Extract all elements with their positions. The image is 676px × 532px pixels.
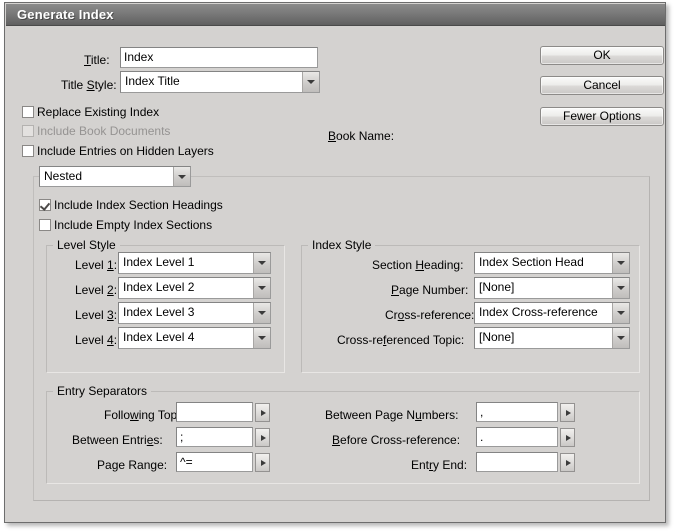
- dialog-title: Generate Index: [17, 7, 114, 22]
- level-4-value: Index Level 4: [123, 330, 194, 344]
- index-style-group-title: Index Style: [308, 239, 375, 252]
- between-entries-input[interactable]: ;: [176, 427, 253, 447]
- generate-index-dialog: Generate Index Title: Index Title Style:…: [4, 2, 666, 523]
- entry-end-menu-button[interactable]: [560, 453, 575, 472]
- checkbox-replace-existing-index[interactable]: [22, 106, 34, 118]
- before-cross-reference-menu-button[interactable]: [560, 428, 575, 447]
- chevron-down-icon[interactable]: [173, 167, 190, 186]
- level-3-value: Index Level 3: [123, 305, 194, 319]
- cross-reference-label: Cross-reference:: [385, 308, 474, 322]
- checkbox-include-entries-hidden-layers-label: Include Entries on Hidden Layers: [37, 144, 214, 158]
- level-3-dropdown[interactable]: Index Level 3: [118, 302, 271, 324]
- index-format-value: Nested: [44, 169, 82, 183]
- checkbox-include-empty-index-sections[interactable]: [39, 219, 51, 231]
- title-field-label: Title:: [84, 53, 110, 67]
- entry-end-label: Entry End:: [411, 458, 467, 472]
- chevron-down-icon[interactable]: [612, 278, 629, 298]
- checkbox-include-entries-hidden-layers[interactable]: [22, 145, 34, 157]
- fewer-options-button[interactable]: Fewer Options: [540, 107, 664, 126]
- cross-reference-dropdown[interactable]: Index Cross-reference: [474, 302, 630, 324]
- checkbox-include-book-documents-label: Include Book Documents: [37, 124, 170, 138]
- following-topic-menu-button[interactable]: [255, 403, 270, 422]
- page-range-menu-button[interactable]: [255, 453, 270, 472]
- between-page-numbers-menu-button[interactable]: [560, 403, 575, 422]
- index-format-dropdown[interactable]: Nested: [39, 166, 191, 187]
- level-1-dropdown[interactable]: Index Level 1: [118, 252, 271, 274]
- entry-end-input[interactable]: [476, 452, 558, 472]
- page-range-label: Page Range:: [97, 458, 167, 472]
- ok-button[interactable]: OK: [540, 46, 664, 65]
- chevron-down-icon[interactable]: [253, 328, 270, 348]
- dialog-titlebar: Generate Index: [6, 4, 666, 26]
- page-number-dropdown[interactable]: [None]: [474, 277, 630, 299]
- section-heading-label: Section Heading:: [372, 258, 463, 272]
- before-cross-reference-input[interactable]: .: [476, 427, 558, 447]
- checkbox-include-empty-index-sections-label: Include Empty Index Sections: [54, 218, 212, 232]
- book-name-label: Book Name:: [328, 129, 394, 143]
- between-page-numbers-label: Between Page Numbers:: [325, 408, 458, 422]
- title-style-label: Title Style:: [61, 78, 117, 92]
- level-2-value: Index Level 2: [123, 280, 194, 294]
- level-4-label: Level 4:: [75, 333, 117, 347]
- title-input[interactable]: Index: [120, 47, 318, 68]
- chevron-down-icon[interactable]: [253, 253, 270, 273]
- level-3-label: Level 3:: [75, 308, 117, 322]
- page-range-input[interactable]: ^=: [176, 452, 253, 472]
- title-style-value: Index Title: [125, 74, 180, 88]
- following-topic-input[interactable]: [176, 402, 253, 422]
- cross-referenced-topic-value: [None]: [479, 330, 514, 344]
- checkbox-include-index-section-headings[interactable]: [39, 199, 51, 211]
- level-4-dropdown[interactable]: Index Level 4: [118, 327, 271, 349]
- between-page-numbers-input[interactable]: ,: [476, 402, 558, 422]
- page-number-label: Page Number:: [391, 283, 468, 297]
- chevron-down-icon[interactable]: [612, 328, 629, 348]
- between-entries-label: Between Entries:: [72, 433, 163, 447]
- chevron-down-icon[interactable]: [612, 303, 629, 323]
- cross-referenced-topic-dropdown[interactable]: [None]: [474, 327, 630, 349]
- chevron-down-icon[interactable]: [302, 72, 319, 92]
- checkbox-include-book-documents: [22, 125, 34, 137]
- entry-separators-group-title: Entry Separators: [53, 385, 151, 398]
- chevron-down-icon[interactable]: [612, 253, 629, 273]
- cross-reference-value: Index Cross-reference: [479, 305, 598, 319]
- level-1-label: Level 1:: [75, 258, 117, 272]
- checkbox-include-index-section-headings-label: Include Index Section Headings: [54, 198, 223, 212]
- dialog-body: Title: Index Title Style: Index Title Bo…: [6, 26, 666, 523]
- chevron-down-icon[interactable]: [253, 278, 270, 298]
- between-entries-menu-button[interactable]: [255, 428, 270, 447]
- level-1-value: Index Level 1: [123, 255, 194, 269]
- level-2-label: Level 2:: [75, 283, 117, 297]
- section-heading-dropdown[interactable]: Index Section Head: [474, 252, 630, 274]
- page-number-value: [None]: [479, 280, 514, 294]
- cancel-button[interactable]: Cancel: [540, 76, 664, 95]
- section-heading-value: Index Section Head: [479, 255, 584, 269]
- level-2-dropdown[interactable]: Index Level 2: [118, 277, 271, 299]
- title-style-dropdown[interactable]: Index Title: [120, 71, 320, 93]
- checkbox-replace-existing-index-label: Replace Existing Index: [37, 105, 159, 119]
- chevron-down-icon[interactable]: [253, 303, 270, 323]
- cross-referenced-topic-label: Cross-referenced Topic:: [337, 333, 464, 347]
- level-style-group-title: Level Style: [53, 239, 120, 252]
- before-cross-reference-label: Before Cross-reference:: [332, 433, 460, 447]
